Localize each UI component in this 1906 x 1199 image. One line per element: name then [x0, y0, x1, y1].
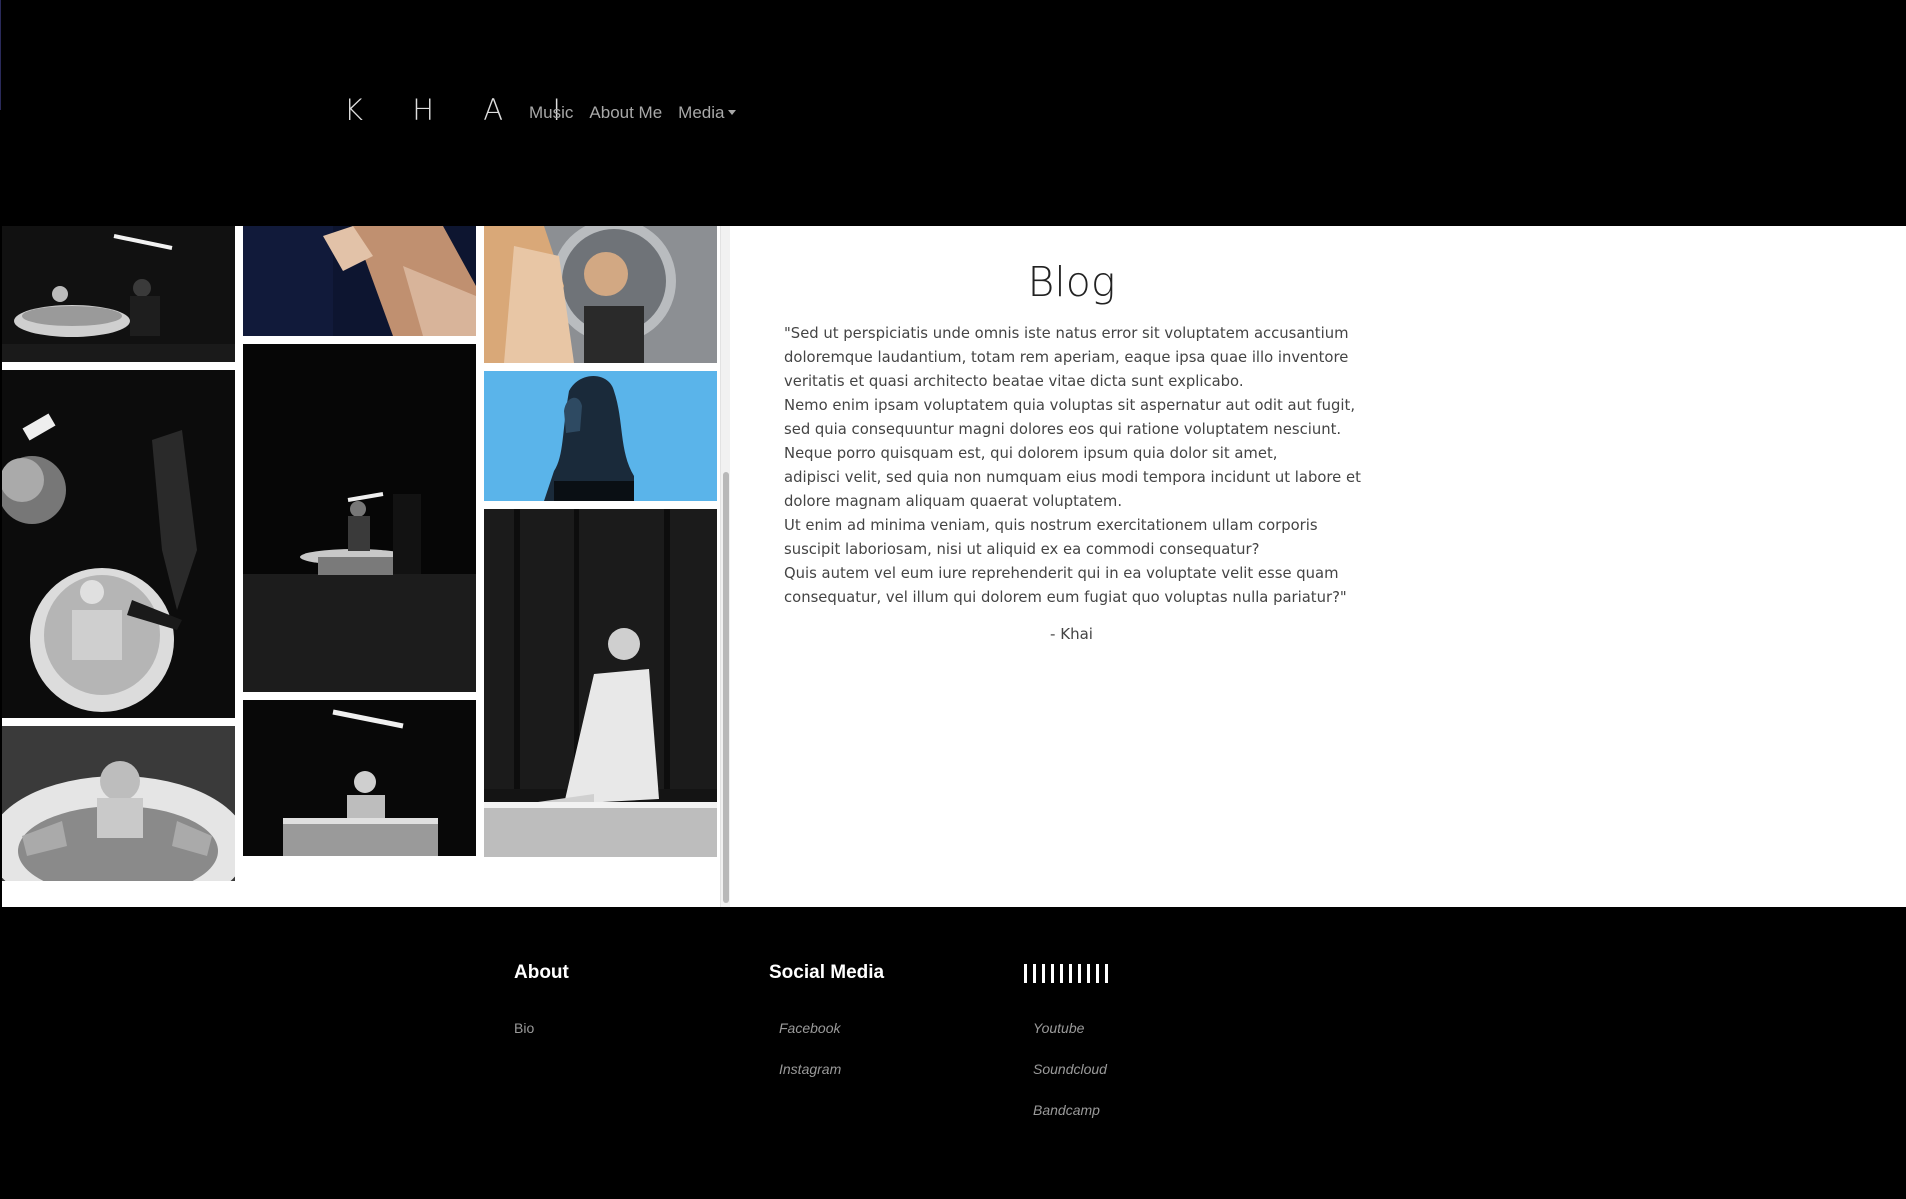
- blog-signature: - Khai: [1050, 625, 1093, 643]
- footer-social-column: Social Media Facebook Instagram: [769, 961, 884, 1101]
- footer-about-links: Bio: [514, 1019, 569, 1037]
- nav-about-me[interactable]: About Me: [589, 102, 662, 124]
- bar-icon-segment: [1042, 963, 1045, 983]
- site-header: K H A I Music About Me Media: [0, 0, 1906, 226]
- footer-link-soundcloud[interactable]: Soundcloud: [1033, 1060, 1108, 1078]
- gallery-scrollbar-thumb[interactable]: [723, 472, 729, 903]
- footer-about-column: About Bio: [514, 961, 569, 1060]
- nav-media-label: Media: [678, 103, 725, 122]
- photo-bath-dark-standing[interactable]: [243, 344, 476, 692]
- blog-line: doloremque laudantium, totam rem aperiam…: [784, 349, 1349, 366]
- bar-icon-segment: [1024, 963, 1027, 983]
- photo-bath-looking-up[interactable]: [484, 509, 717, 857]
- blog-line: sed quia consequuntur magni dolores eos …: [784, 421, 1342, 438]
- blog-line: adipisci velit, sed quia non numquam eiu…: [784, 469, 1361, 486]
- photo-image: [243, 226, 476, 336]
- blog-line: veritatis et quasi architecto beatae vit…: [784, 373, 1244, 390]
- photo-image: [484, 226, 717, 363]
- blog-line: Nemo enim ipsam voluptatem quia voluptas…: [784, 397, 1356, 414]
- photo-mirror-portrait[interactable]: [484, 226, 717, 363]
- footer-about-heading: About: [514, 962, 569, 983]
- blog-line: "Sed ut perspiciatis unde omnis iste nat…: [784, 325, 1349, 342]
- blog-line: Quis autem vel eum iure reprehenderit qu…: [784, 565, 1339, 582]
- gallery-scroll-area[interactable]: [2, 226, 718, 907]
- bar-icon-segment: [1105, 963, 1108, 983]
- footer-social-links: Facebook Instagram: [769, 1019, 884, 1078]
- bar-icon-segment: [1033, 963, 1036, 983]
- caret-down-icon: [728, 110, 737, 115]
- site-footer: About Bio Social Media Facebook Instagra…: [0, 907, 1906, 1199]
- blog-line: suscipit laboriosam, nisi ut aliquid ex …: [784, 541, 1260, 558]
- bar-icon-segment: [1078, 963, 1081, 983]
- window-edge: [0, 0, 1, 110]
- photo-image: [2, 726, 235, 881]
- nav-media-dropdown[interactable]: Media: [678, 102, 737, 124]
- photo-bath-lamp-wide[interactable]: [2, 226, 235, 362]
- photo-image: [243, 700, 476, 856]
- photo-bath-overhead[interactable]: [2, 370, 235, 718]
- blog-body: "Sed ut perspiciatis unde omnis iste nat…: [784, 322, 1404, 610]
- bar-icon-segment: [1051, 963, 1054, 983]
- footer-link-youtube[interactable]: Youtube: [1033, 1019, 1108, 1037]
- footer-link-bio[interactable]: Bio: [514, 1019, 569, 1037]
- footer-link-instagram[interactable]: Instagram: [779, 1060, 884, 1078]
- blog-line: dolore magnam aliquam quaerat voluptatem…: [784, 493, 1123, 510]
- footer-music-column: Youtube Soundcloud Bandcamp: [1022, 961, 1108, 1142]
- footer-link-bandcamp[interactable]: Bandcamp: [1033, 1101, 1108, 1119]
- photo-gallery[interactable]: [0, 226, 732, 907]
- photo-image: [484, 371, 717, 501]
- photo-image: [2, 226, 235, 362]
- footer-music-links: Youtube Soundcloud Bandcamp: [1022, 1019, 1108, 1119]
- blog-line: Ut enim ad minima veniam, quis nostrum e…: [784, 517, 1318, 534]
- bars-icon: [1022, 961, 1108, 985]
- bar-icon-segment: [1060, 963, 1063, 983]
- bar-icon-segment: [1096, 963, 1099, 983]
- photo-image: [2, 370, 235, 718]
- photo-hands-closeup[interactable]: [243, 226, 476, 336]
- footer-social-heading: Social Media: [769, 962, 885, 983]
- main-content: Blog "Sed ut perspiciatis unde omnis ist…: [0, 226, 1906, 907]
- blog-line: consequatur, vel illum qui dolorem eum f…: [784, 589, 1347, 606]
- bar-icon-segment: [1069, 963, 1072, 983]
- blog-line: Neque porro quisquam est, qui dolorem ip…: [784, 445, 1278, 462]
- photo-image: [243, 344, 476, 692]
- main-nav: Music About Me Media: [529, 102, 737, 124]
- nav-music[interactable]: Music: [529, 102, 573, 124]
- blog-title: Blog: [1027, 258, 1116, 306]
- photo-blue-profile[interactable]: [484, 371, 717, 501]
- photo-bath-closeup[interactable]: [2, 726, 235, 881]
- photo-image: [484, 509, 717, 857]
- gallery-scrollbar[interactable]: [720, 226, 730, 907]
- footer-link-facebook[interactable]: Facebook: [779, 1019, 884, 1037]
- photo-bath-sitting[interactable]: [243, 700, 476, 856]
- bar-icon-segment: [1087, 963, 1090, 983]
